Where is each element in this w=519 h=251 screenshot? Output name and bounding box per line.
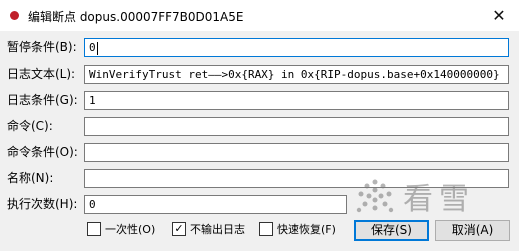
- fast-resume-checkbox-label: 快速恢复(F): [277, 223, 336, 236]
- log-condition-input[interactable]: 1: [84, 91, 509, 110]
- breakpoint-icon: [10, 11, 19, 20]
- hit-count-input[interactable]: 0: [84, 195, 347, 214]
- name-label: 名称(N):: [7, 171, 54, 185]
- no-log-checkbox-box[interactable]: ✓: [172, 222, 186, 236]
- once-checkbox-box[interactable]: [87, 222, 101, 236]
- close-button[interactable]: ✕: [482, 3, 516, 28]
- window-title: 编辑断点 dopus.00007FF7B0D01A5E: [28, 10, 244, 24]
- pause-condition-label: 暂停条件(B):: [7, 40, 77, 54]
- once-checkbox-label: 一次性(O): [105, 223, 156, 236]
- command-input[interactable]: [84, 117, 509, 136]
- cancel-button[interactable]: 取消(A): [435, 220, 510, 241]
- pause-condition-value: 0: [89, 41, 96, 54]
- text-caret: [96, 41, 98, 55]
- log-text-input[interactable]: WinVerifyTrust ret——>0x{RAX} in 0x{RIP-d…: [84, 65, 509, 84]
- command-condition-label: 命令条件(O):: [7, 145, 78, 159]
- fast-resume-checkbox[interactable]: 快速恢复(F): [259, 221, 336, 239]
- no-log-checkbox[interactable]: ✓ 不输出日志: [172, 221, 245, 239]
- pause-condition-input[interactable]: 0: [84, 38, 509, 57]
- log-text-value: WinVerifyTrust ret——>0x{RAX} in 0x{RIP-d…: [89, 68, 500, 81]
- title-bar: 编辑断点 dopus.00007FF7B0D01A5E ✕: [0, 0, 519, 31]
- watermark-text: 看雪: [403, 182, 475, 217]
- log-text-label: 日志文本(L):: [7, 67, 76, 81]
- log-condition-value: 1: [89, 94, 96, 107]
- once-checkbox[interactable]: 一次性(O): [87, 221, 155, 239]
- fast-resume-checkbox-box[interactable]: [259, 222, 273, 236]
- hit-count-value: 0: [89, 198, 96, 211]
- log-condition-label: 日志条件(G):: [7, 93, 78, 107]
- command-label: 命令(C):: [7, 119, 53, 133]
- no-log-checkbox-label: 不输出日志: [190, 223, 245, 236]
- hit-count-label: 执行次数(H):: [7, 197, 78, 211]
- save-button[interactable]: 保存(S): [354, 220, 429, 241]
- watermark: 看雪: [355, 174, 505, 218]
- snowflake-logo-icon: [356, 179, 394, 213]
- command-condition-input[interactable]: [84, 143, 509, 162]
